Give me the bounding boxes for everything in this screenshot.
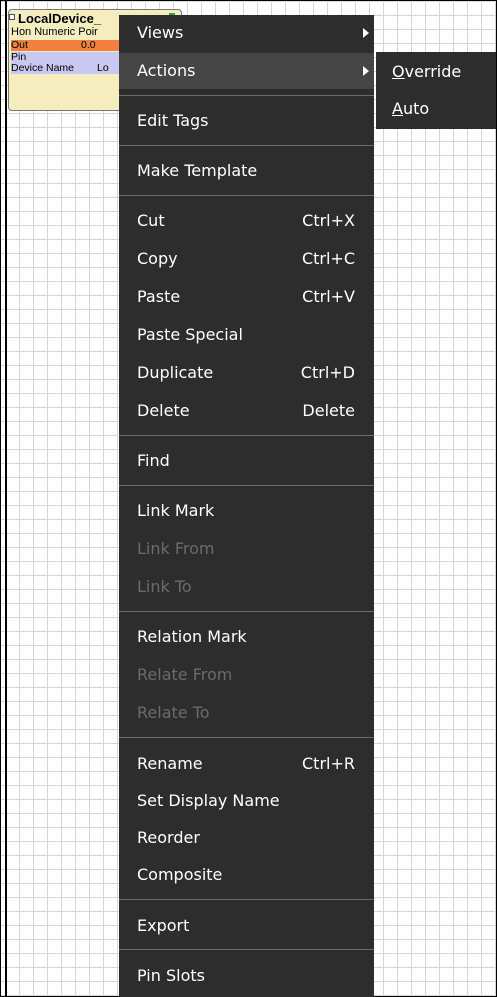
menu-item-label: Paste [137,287,181,306]
submenu-item-label: Override [392,54,461,90]
menu-item-actions[interactable]: Actions [119,53,374,89]
menu-item-cut[interactable]: Cut Ctrl+X [119,203,374,239]
menu-item-label: Views [137,23,184,42]
submenu-item-override[interactable]: Override [376,54,496,90]
menu-item-find[interactable]: Find [119,443,374,479]
menu-item-shortcut: Delete [302,401,355,420]
menu-item-relate-from: Relate From [119,657,374,693]
menu-item-label: Link Mark [137,501,215,520]
component-type: Hon Numeric Poir [11,26,98,38]
menu-item-label: Rename [137,754,203,773]
menu-item-relate-to: Relate To [119,695,374,731]
menu-separator [119,485,374,486]
menu-item-label: Copy [137,249,178,268]
menu-item-label: Paste Special [137,325,243,344]
menu-item-rename[interactable]: Rename Ctrl+R [119,746,374,782]
menu-separator [119,899,374,900]
menu-item-label: Duplicate [137,363,214,382]
menu-item-edit-tags[interactable]: Edit Tags [119,103,374,139]
menu-separator [119,195,374,196]
component-title: LocalDevice_ [18,11,102,26]
menu-item-label: Find [137,451,170,470]
menu-item-label: Actions [137,61,196,80]
canvas-left-border [5,0,7,997]
menu-item-pin-slots[interactable]: Pin Slots [119,958,374,994]
submenu-arrow-icon [363,28,369,38]
menu-item-duplicate[interactable]: Duplicate Ctrl+D [119,355,374,391]
menu-item-label: Delete [137,401,190,420]
menu-item-paste-special[interactable]: Paste Special [119,317,374,353]
menu-separator [119,611,374,612]
menu-item-paste[interactable]: Paste Ctrl+V [119,279,374,315]
menu-item-views[interactable]: Views [119,15,374,51]
menu-item-label: Relation Mark [137,627,247,646]
menu-separator [119,949,374,950]
context-menu: Views Actions Edit Tags Make Template Cu… [119,15,374,997]
menu-item-shortcut: Ctrl+R [302,754,355,773]
label-rest: verride [404,62,462,81]
menu-item-make-template[interactable]: Make Template [119,153,374,189]
menu-item-label: Pin Slots [137,966,205,985]
menu-item-relation-mark[interactable]: Relation Mark [119,619,374,655]
slot-value: 0.0 [81,39,96,51]
menu-item-label: Link From [137,539,215,558]
menu-item-reorder[interactable]: Reorder [119,820,374,856]
menu-separator [119,737,374,738]
menu-item-label: Set Display Name [137,791,280,810]
menu-item-label: Edit Tags [137,111,209,130]
slot-name: Out [11,39,28,51]
slot-value: Lo [97,62,109,74]
menu-item-shortcut: Ctrl+C [301,249,355,268]
menu-item-delete[interactable]: Delete Delete [119,393,374,429]
menu-item-set-display-name[interactable]: Set Display Name [119,783,374,819]
menu-item-label: Export [137,916,190,935]
mnemonic: O [392,62,405,81]
menu-item-shortcut: Ctrl+X [302,211,355,230]
menu-item-link-from: Link From [119,531,374,567]
menu-item-label: Link To [137,577,192,596]
menu-separator [119,435,374,436]
menu-item-export[interactable]: Export [119,908,374,944]
submenu-item-auto[interactable]: Auto [376,91,496,127]
menu-item-copy[interactable]: Copy Ctrl+C [119,241,374,277]
menu-item-label: Reorder [137,828,200,847]
menu-separator [119,145,374,146]
actions-submenu: Override Auto [376,52,496,129]
menu-item-link-mark[interactable]: Link Mark [119,493,374,529]
menu-item-label: Relate From [137,665,233,684]
menu-item-link-to: Link To [119,569,374,605]
menu-item-label: Composite [137,865,223,884]
label-rest: uto [402,99,430,118]
submenu-item-label: Auto [392,91,429,127]
component-handle-icon [9,14,15,20]
mnemonic: A [392,99,403,118]
menu-item-shortcut: Ctrl+D [300,363,355,382]
submenu-arrow-icon [363,66,369,76]
menu-separator [119,95,374,96]
menu-item-label: Make Template [137,161,258,180]
slot-name: Device Name [11,62,75,74]
menu-item-label: Cut [137,211,165,230]
menu-item-label: Relate To [137,703,210,722]
menu-item-shortcut: Ctrl+V [302,287,355,306]
menu-item-composite[interactable]: Composite [119,857,374,893]
